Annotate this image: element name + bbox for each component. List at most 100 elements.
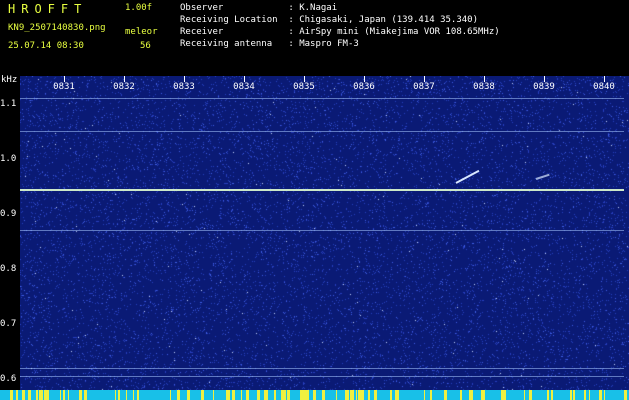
- signal-spike: [177, 390, 180, 400]
- signal-spike: [461, 390, 462, 400]
- signal-spike: [257, 390, 260, 400]
- signal-spike: [430, 390, 432, 400]
- signal-spike: [570, 390, 572, 400]
- signal-spike: [22, 390, 25, 400]
- signal-spike: [524, 390, 525, 400]
- spectrogram-plot: 0831 0832 0833 0834 0835 0836 0837 0838 0839 0840: [20, 76, 629, 400]
- signal-spike: [28, 390, 31, 400]
- meteor-count: 56: [140, 41, 151, 51]
- signal-spike: [246, 390, 248, 400]
- carrier-line: [20, 189, 624, 191]
- signal-spike: [115, 390, 116, 400]
- signal-spike: [368, 390, 370, 400]
- x-tick-label: 0831: [53, 82, 75, 92]
- signal-bar: [0, 390, 629, 400]
- signal-spike: [118, 390, 120, 400]
- signal-spike: [274, 390, 276, 400]
- signal-spike: [336, 390, 337, 400]
- y-tick-label: 0.7: [0, 318, 17, 329]
- signal-spike: [529, 390, 532, 400]
- meteor-label: meleor: [125, 27, 158, 37]
- signal-spike: [16, 390, 18, 400]
- x-tick-label: 0832: [113, 82, 135, 92]
- carrier-line: [20, 230, 624, 231]
- signal-spike: [84, 390, 87, 400]
- signal-spike: [346, 390, 349, 400]
- signal-spike: [44, 390, 47, 400]
- x-tick-label: 0835: [293, 82, 315, 92]
- signal-spike: [390, 390, 392, 400]
- signal-spike: [424, 390, 425, 400]
- version-label: 1.00f: [125, 3, 153, 13]
- signal-spike: [10, 390, 13, 400]
- observer-info: Observer : K.Nagai: [180, 3, 338, 13]
- signal-spike: [358, 390, 360, 400]
- signal-spike: [202, 390, 204, 400]
- signal-spike: [170, 390, 171, 400]
- signal-spike: [68, 390, 69, 400]
- signal-spike: [307, 390, 309, 400]
- y-tick-label: 0.8: [0, 263, 17, 274]
- spectrogram-noise: [20, 76, 629, 400]
- signal-spike: [241, 390, 242, 400]
- signal-spike: [584, 390, 586, 400]
- signal-spike: [313, 390, 316, 400]
- signal-spike: [187, 390, 190, 400]
- signal-spike: [396, 390, 399, 400]
- signal-spike: [482, 390, 485, 400]
- file-name: KN9_2507140830.png: [8, 23, 106, 33]
- x-tick-label: 0834: [233, 82, 255, 92]
- signal-spike: [79, 390, 82, 400]
- signal-spike: [501, 390, 502, 400]
- signal-spike: [232, 390, 235, 400]
- app-title: HROFFT: [8, 2, 88, 16]
- signal-spike: [283, 390, 286, 400]
- x-tick-label: 0839: [533, 82, 555, 92]
- x-tick-label: 0838: [473, 82, 495, 92]
- y-tick-label: 1.0: [0, 153, 17, 164]
- y-tick-label: 1.1: [0, 98, 17, 109]
- y-tick-label: 0.6: [0, 373, 17, 384]
- signal-spike: [356, 390, 357, 400]
- x-tick-label: 0833: [173, 82, 195, 92]
- signal-spike: [624, 390, 627, 400]
- signal-spike: [281, 390, 283, 400]
- observation-datetime: 25.07.14 08:30: [8, 41, 84, 51]
- signal-spike: [266, 390, 268, 400]
- carrier-line: [20, 98, 624, 99]
- signal-spike: [60, 390, 61, 400]
- signal-spike: [133, 390, 134, 400]
- signal-spike: [361, 390, 364, 400]
- antenna-info: Receiving antenna : Maspro FM-3: [180, 39, 359, 49]
- location-info: Receiving Location : Chigasaki, Japan (1…: [180, 15, 479, 25]
- receiver-info: Receiver : AirSpy mini (Miakejima VOR 10…: [180, 27, 500, 37]
- signal-spike: [503, 390, 506, 400]
- signal-spike: [126, 390, 127, 400]
- signal-spike: [227, 390, 230, 400]
- header-panel: HROFFT 1.00f KN9_2507140830.png 25.07.14…: [0, 0, 629, 76]
- signal-spike: [599, 390, 602, 400]
- signal-spike: [472, 390, 473, 400]
- signal-spike: [374, 390, 377, 400]
- carrier-line: [20, 131, 624, 132]
- carrier-line: [20, 376, 624, 377]
- signal-spike: [300, 390, 303, 400]
- signal-spike: [287, 390, 290, 400]
- x-tick-label: 0836: [353, 82, 375, 92]
- y-axis-unit: kHz: [1, 75, 18, 85]
- signal-spike: [547, 390, 549, 400]
- signal-spike: [573, 390, 575, 400]
- signal-spike: [213, 390, 214, 400]
- signal-spike: [63, 390, 65, 400]
- x-tick-label: 0837: [413, 82, 435, 92]
- x-tick-label: 0840: [593, 82, 615, 92]
- signal-spike: [36, 390, 38, 400]
- signal-spike: [604, 390, 605, 400]
- y-tick-label: 0.9: [0, 208, 17, 219]
- signal-spike: [137, 390, 139, 400]
- signal-spike: [350, 390, 352, 400]
- signal-spike: [444, 390, 447, 400]
- signal-spike: [39, 390, 42, 400]
- signal-spike: [589, 390, 590, 400]
- signal-spike: [323, 390, 325, 400]
